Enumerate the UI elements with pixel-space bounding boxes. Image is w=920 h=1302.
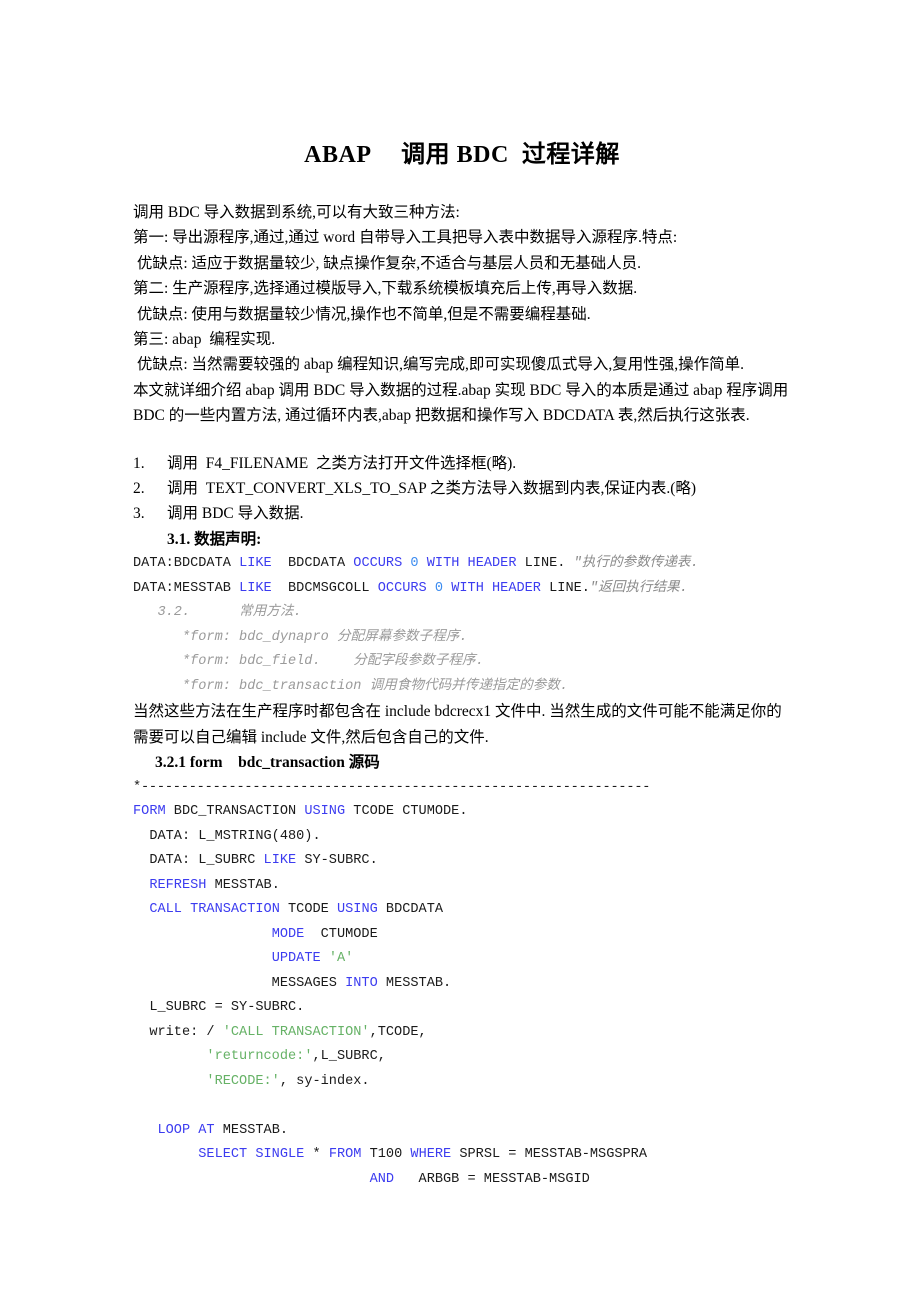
code-line: AND ARBGB = MESSTAB-MSGID bbox=[369, 1171, 590, 1187]
list-item: 2. 调用 TEXT_CONVERT_XLS_TO_SAP 之类方法导入数据到内… bbox=[133, 476, 791, 501]
code-line: LOOP AT MESSTAB. bbox=[157, 1122, 289, 1138]
code-line: DATA:MESSTAB LIKE BDCMSGCOLL OCCURS 0 WI… bbox=[133, 580, 688, 596]
code-line: SELECT SINGLE * FROM T100 WHERE SPRSL = … bbox=[198, 1147, 647, 1162]
page-title: ABAP 调用 BDC 过程详解 bbox=[304, 142, 620, 168]
data-declaration-code: DATA:BDCDATA LIKE BDCDATA OCCURS 0 WITH … bbox=[133, 552, 791, 601]
intro-line: 优缺点: 使用与数据量较少情况,操作也不简单,但是不需要编程基础. bbox=[133, 305, 591, 323]
list-item-text: 调用 TEXT_CONVERT_XLS_TO_SAP 之类方法导入数据到内表,保… bbox=[167, 480, 697, 498]
intro-line: 本文就详细介绍 abap 调用 BDC 导入数据的过程.abap 实现 BDC … bbox=[133, 381, 793, 425]
document-content: ABAP 调用 BDC 过程详解 调用 BDC 导入数据到系统,可以有大致三种方… bbox=[133, 0, 791, 1192]
code-line: DATA:BDCDATA LIKE BDCDATA OCCURS 0 WITH … bbox=[133, 556, 699, 572]
list-item: 1. 调用 F4_FILENAME 之类方法打开文件选择框(略). bbox=[133, 451, 791, 476]
list-item-text: 调用 BDC 导入数据. bbox=[167, 505, 304, 523]
intro-line: 优缺点: 适应于数据量较少, 缺点操作复杂,不适合与基层人员和无基础人员. bbox=[133, 254, 642, 272]
intro-line: 调用 BDC 导入数据到系统,可以有大致三种方法: bbox=[133, 204, 460, 221]
list-marker: 3. bbox=[133, 505, 145, 523]
section-3-2-heading: 3.2. 常用方法. bbox=[133, 605, 302, 621]
intro-paragraphs: 调用 BDC 导入数据到系统,可以有大致三种方法: 第一: 导出源程序,通过,通… bbox=[133, 200, 791, 429]
method-comment-line: *form: bdc_field. 分配字段参数子程序. bbox=[133, 654, 484, 670]
code-line: MODE CTUMODE bbox=[271, 926, 378, 942]
code-line: 'returncode:',L_SUBRC, bbox=[206, 1049, 386, 1064]
include-note: 当然这些方法在生产程序时都包含在 include bdcrecx1 文件中. 当… bbox=[133, 703, 782, 746]
intro-line: 第三: abap 编程实现. bbox=[133, 331, 276, 349]
intro-line: 优缺点: 当然需要较强的 abap 编程知识,编写完成,即可实现傻瓜式导入,复用… bbox=[133, 356, 744, 374]
code-line: DATA: L_SUBRC LIKE SY-SUBRC. bbox=[133, 853, 378, 868]
document-page: ABAP 调用 BDC 过程详解 调用 BDC 导入数据到系统,可以有大致三种方… bbox=[0, 0, 920, 1302]
code-line: L_SUBRC = SY-SUBRC. bbox=[133, 1000, 305, 1015]
code-line: write: / 'CALL TRANSACTION',TCODE, bbox=[133, 1024, 427, 1040]
code-line: 'RECODE:', sy-index. bbox=[206, 1073, 370, 1089]
code-line: FORM BDC_TRANSACTION USING TCODE CTUMODE… bbox=[133, 804, 468, 819]
code-line: UPDATE 'A' bbox=[271, 951, 354, 966]
intro-line: 第二: 生产源程序,选择通过模版导入,下载系统模板填充后上传,再导入数据. bbox=[133, 280, 638, 298]
code-line-blank bbox=[133, 1094, 791, 1119]
method-comment-line: *form: bdc_transaction 调用食物代码并传递指定的参数. bbox=[133, 678, 569, 694]
code-line: REFRESH MESSTAB. bbox=[149, 877, 280, 893]
steps-list: 1. 调用 F4_FILENAME 之类方法打开文件选择框(略). 2. 调用 … bbox=[133, 451, 791, 527]
list-item: 3. 调用 BDC 导入数据. bbox=[133, 501, 791, 526]
list-item-text: 调用 F4_FILENAME 之类方法打开文件选择框(略). bbox=[167, 454, 517, 472]
intro-line: 第一: 导出源程序,通过,通过 word 自带导入工具把导入表中数据导入源程序.… bbox=[133, 229, 678, 247]
method-comment-line: *form: bdc_dynapro 分配屏幕参数子程序. bbox=[133, 629, 468, 645]
list-marker: 2. bbox=[133, 480, 145, 498]
code-divider: *---------------------------------------… bbox=[133, 779, 651, 795]
list-marker: 1. bbox=[133, 454, 145, 472]
bdc-transaction-code-block: FORM BDC_TRANSACTION USING TCODE CTUMODE… bbox=[133, 800, 791, 1192]
code-line: CALL TRANSACTION TCODE USING BDCDATA bbox=[149, 902, 444, 917]
section-3-1-heading: 3.1. 数据声明: bbox=[167, 530, 262, 548]
code-line: DATA: L_MSTRING(480). bbox=[133, 828, 321, 844]
code-line: MESSAGES INTO MESSTAB. bbox=[133, 975, 452, 991]
section-3-2-1-heading: 3.2.1 form bdc_transaction 源码 bbox=[155, 754, 380, 772]
